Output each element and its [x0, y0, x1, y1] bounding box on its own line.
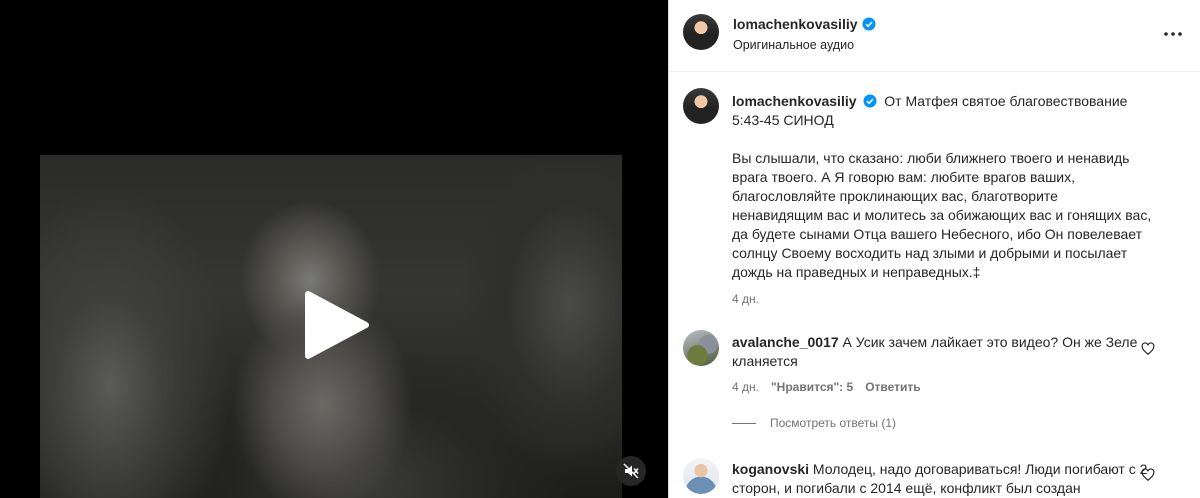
view-replies-button[interactable]: Посмотреть ответы (1)	[732, 416, 896, 430]
comment-time[interactable]: 4 дн.	[732, 380, 759, 394]
caption: lomachenkovasiliy От Матфея святое благо…	[732, 92, 1152, 130]
comment-avatar[interactable]	[683, 458, 719, 494]
more-options-icon[interactable]	[1161, 24, 1185, 44]
post-header: lomachenkovasiliy Оригинальное аудио	[669, 0, 1200, 72]
comment-likes[interactable]: "Нравится": 5	[771, 380, 853, 394]
side-pane: lomachenkovasiliy Оригинальное аудио lom…	[668, 0, 1200, 498]
comment-meta: 4 дн. "Нравится": 5 Ответить	[732, 380, 921, 394]
verified-badge-icon	[863, 94, 877, 108]
comment: koganovski Молодец, надо договариваться!…	[732, 460, 1152, 498]
comment-avatar[interactable]	[683, 330, 719, 366]
verified-badge-icon	[862, 17, 876, 31]
caption-avatar[interactable]	[683, 88, 719, 124]
comment-username[interactable]: avalanche_0017	[732, 334, 839, 350]
view-replies-label: Посмотреть ответы (1)	[770, 416, 897, 430]
audio-link[interactable]: Оригинальное аудио	[733, 38, 854, 52]
comment: avalanche_0017 А Усик зачем лайкает это …	[732, 333, 1152, 371]
replies-divider	[732, 422, 756, 424]
comment-username[interactable]: koganovski	[732, 461, 809, 477]
post-modal: lomachenkovasiliy Оригинальное аудио lom…	[0, 0, 1200, 498]
avatar[interactable]	[683, 14, 719, 50]
media-pane	[0, 0, 668, 498]
heart-icon[interactable]	[1141, 468, 1155, 482]
heart-icon[interactable]	[1141, 342, 1155, 356]
caption-body: Вы слышали, что сказано: люби ближнего т…	[732, 150, 1152, 280]
caption-username[interactable]: lomachenkovasiliy	[732, 93, 857, 109]
mute-icon[interactable]	[616, 456, 646, 486]
caption-time[interactable]: 4 дн.	[732, 292, 759, 306]
header-username[interactable]: lomachenkovasiliy	[733, 16, 858, 32]
reply-button[interactable]: Ответить	[865, 380, 920, 394]
play-icon[interactable]	[300, 290, 370, 360]
